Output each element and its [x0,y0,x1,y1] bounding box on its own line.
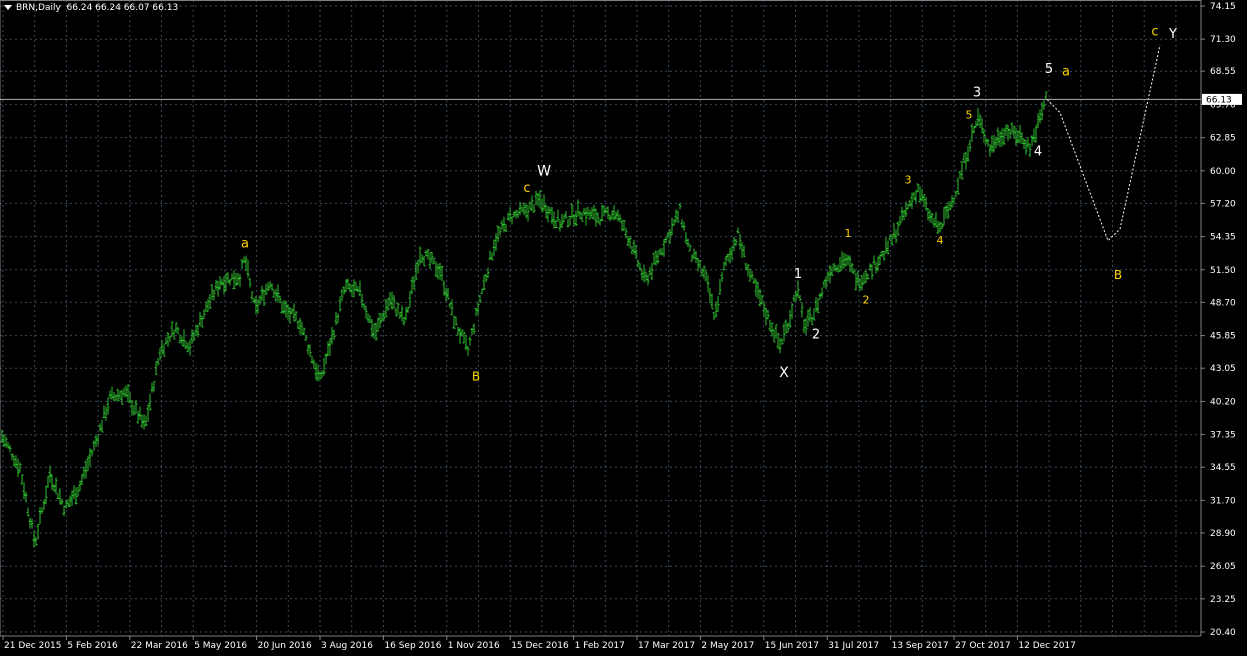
x-tick-label: 20 Jun 2016 [258,641,312,651]
y-tick-label: 51.50 [1210,266,1236,276]
wave-label: 1 [794,267,802,282]
wave-label: c [523,181,530,196]
wave-label: 3 [905,174,912,187]
y-tick-label: 34.55 [1210,463,1236,473]
y-tick-label: 45.85 [1210,332,1236,342]
wave-label: 4 [937,234,944,247]
ohlc-values: 66.24 66.24 66.07 66.13 [66,3,179,13]
dropdown-triangle-icon[interactable] [4,5,12,10]
y-tick-label: 26.05 [1210,562,1236,572]
wave-label: 5 [1045,62,1053,77]
wave-label: B [1114,268,1122,282]
x-tick-label: 27 Oct 2017 [955,641,1011,651]
wave-label: 3 [973,85,981,100]
y-tick-label: 23.25 [1210,595,1236,605]
x-tick-label: 15 Dec 2016 [511,641,569,651]
wave-label: 5 [966,108,973,121]
y-tick-label: 28.90 [1210,529,1236,539]
x-tick-label: 2 May 2017 [701,641,754,651]
wave-label: 4 [1034,145,1042,160]
y-tick-label: 62.85 [1210,134,1236,144]
wave-label: B [472,369,480,383]
y-tick-label: 71.30 [1210,35,1236,45]
x-tick-label: 13 Sep 2017 [892,641,949,651]
x-tick-label: 3 Aug 2016 [321,641,373,651]
x-tick-label: 1 Feb 2017 [575,641,625,651]
x-tick-label: 12 Dec 2017 [1018,641,1076,651]
y-tick-label: 20.40 [1210,628,1236,638]
wave-label: 2 [863,294,870,307]
y-tick-label: 37.35 [1210,431,1236,441]
wave-label: a [241,237,249,252]
x-tick-label: 5 Feb 2016 [67,641,118,651]
y-tick-label: 43.05 [1210,364,1236,374]
x-tick-label: 22 Mar 2016 [131,641,188,651]
y-tick-label: 54.35 [1210,233,1236,243]
x-tick-label: 1 Nov 2016 [448,641,500,651]
y-tick-label: 68.55 [1210,67,1236,77]
wave-label: c [1151,25,1158,40]
y-tick-label: 57.20 [1210,199,1236,209]
x-tick-label: 21 Dec 2015 [4,641,62,651]
wave-label: a [1062,64,1070,79]
x-tick-label: 5 May 2016 [194,641,247,651]
y-tick-label: 31.70 [1210,496,1236,506]
x-tick-label: 31 Jul 2017 [828,641,879,651]
current-price-label: 66.13 [1206,95,1232,105]
wave-label: X [779,365,789,381]
y-tick-label: 60.00 [1210,167,1236,177]
x-tick-label: 17 Mar 2017 [638,641,695,651]
y-tick-label: 74.15 [1210,2,1236,12]
y-tick-label: 40.20 [1210,397,1236,407]
symbol-label: BRN,Daily [16,3,61,13]
chart-title: BRN,Daily 66.24 66.24 66.07 66.13 [4,3,178,13]
wave-label: Y [1168,27,1177,42]
wave-label: W [537,163,551,179]
y-tick-label: 48.70 [1210,298,1236,308]
x-tick-label: 15 Jun 2017 [765,641,819,651]
x-tick-label: 16 Sep 2016 [384,641,441,651]
price-chart[interactable]: aBcWX1212345345 aBc Y 74.1571.3068.5565.70… [0,0,1247,656]
wave-label: 1 [845,227,852,240]
wave-label: 2 [812,328,820,343]
